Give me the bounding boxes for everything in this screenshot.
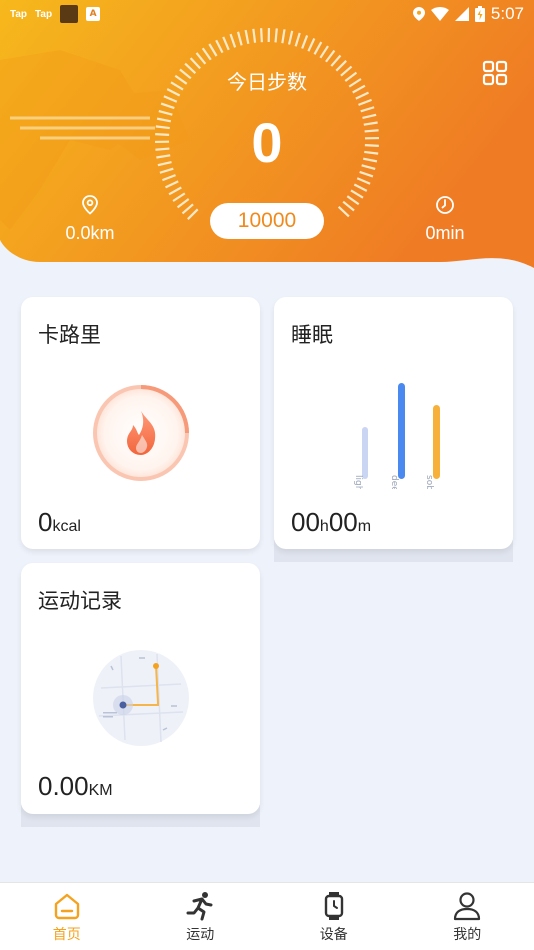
steps-count: 0: [251, 111, 283, 174]
clock-icon: [436, 196, 454, 214]
exercise-record-card[interactable]: 运动记录 0.00KM: [21, 563, 260, 814]
header: Tap Tap A 5:07 今日步数 0 10000 0.0km 0min: [0, 0, 534, 290]
exercise-title: 运动记录: [38, 589, 122, 613]
sleep-bars-chart: light deep sober: [353, 383, 440, 489]
sleep-bar-light: [362, 427, 368, 479]
nav-device[interactable]: 设备: [267, 883, 401, 950]
status-app-tag: Tap: [35, 8, 53, 20]
app-badge-icon: A: [86, 7, 101, 21]
sleep-bar-deep: [398, 383, 405, 479]
flame-icon: [93, 385, 189, 481]
duration-stat: 0min: [385, 195, 505, 244]
nav-home[interactable]: 首页: [0, 883, 134, 950]
sleep-minutes-unit: m: [357, 518, 372, 535]
sleep-hours-unit: h: [319, 518, 329, 535]
sleep-hours: 00: [291, 507, 320, 537]
battery-icon: [474, 6, 485, 22]
sleep-label-light: light: [353, 475, 363, 489]
nav-home-label: 首页: [52, 927, 81, 943]
calories-unit: kcal: [52, 518, 81, 535]
nav-sport[interactable]: 运动: [134, 883, 268, 950]
nav-mine[interactable]: 我的: [401, 883, 534, 950]
home-icon: [54, 893, 79, 920]
location-icon: [412, 7, 425, 21]
user-icon: [454, 892, 481, 921]
location-pin-icon: [82, 195, 98, 215]
sleep-label-sober: sober: [424, 475, 434, 489]
nav-device-label: 设备: [319, 927, 348, 943]
calories-title: 卡路里: [38, 323, 101, 347]
route-map-icon: [93, 650, 189, 746]
status-time: 5:07: [490, 4, 524, 23]
steps-title: 今日步数: [227, 70, 307, 94]
status-app-tag: Tap: [10, 8, 28, 20]
sleep-bar-sober: [433, 405, 440, 479]
calories-card[interactable]: 卡路里 0kcal: [21, 297, 260, 549]
status-bar: Tap Tap A 5:07: [0, 0, 534, 28]
bottom-nav: 首页 运动 设备 我的: [0, 882, 534, 950]
exercise-unit: KM: [88, 782, 113, 799]
distance-stat: 0.0km: [30, 195, 150, 244]
watch-icon: [324, 892, 343, 920]
exercise-value: 0.00KM: [38, 771, 113, 802]
signal-icon: [454, 7, 469, 21]
nav-mine-label: 我的: [453, 927, 482, 943]
sleep-minutes: 00: [328, 507, 358, 537]
distance-value: 0.0km: [65, 223, 115, 243]
calories-number: 0: [38, 507, 53, 537]
sleep-title: 睡眠: [291, 323, 333, 347]
sleep-label-deep: deep: [389, 475, 399, 489]
running-icon: [186, 892, 213, 921]
app-notification-icon: [60, 5, 79, 23]
sleep-card[interactable]: 睡眠 light deep sober 00h00m: [274, 297, 513, 549]
sleep-value: 00h00m: [291, 507, 371, 538]
exercise-distance: 0.00: [38, 771, 89, 801]
duration-value: 0min: [425, 223, 465, 243]
wifi-icon: [430, 7, 449, 21]
calories-value: 0kcal: [38, 507, 81, 538]
nav-sport-label: 运动: [186, 927, 215, 943]
step-goal-button[interactable]: 10000: [210, 203, 324, 239]
